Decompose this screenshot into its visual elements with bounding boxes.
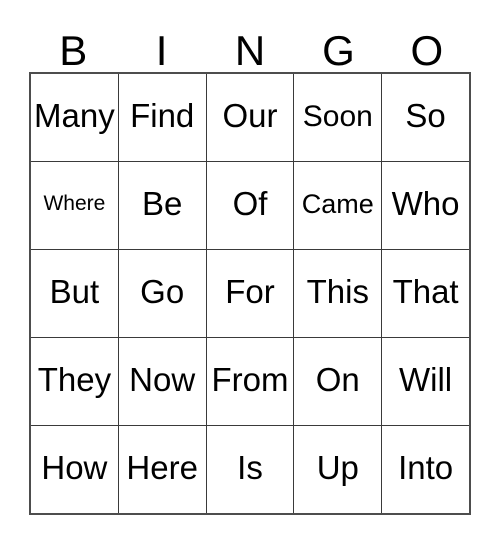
bingo-cell-label: How	[41, 449, 108, 487]
bingo-cell[interactable]: But	[31, 250, 119, 337]
header-cell-g: G	[294, 22, 382, 72]
bingo-header: B I N G O	[29, 22, 471, 72]
bingo-cell-label: Find	[130, 97, 195, 135]
bingo-cell-label: Will	[399, 361, 453, 399]
bingo-cell[interactable]: So	[382, 74, 469, 161]
bingo-cell-label: Now	[129, 361, 196, 399]
bingo-cell[interactable]: From	[206, 338, 295, 425]
bingo-row: Many Find Our Soon So	[31, 74, 469, 162]
bingo-row: How Here Is Up Into	[31, 426, 469, 513]
bingo-cell[interactable]: Of	[206, 162, 295, 249]
bingo-cell-label: On	[315, 361, 360, 399]
bingo-cell-label: Up	[316, 449, 359, 487]
bingo-cell[interactable]: Who	[382, 162, 469, 249]
bingo-cell[interactable]: Will	[382, 338, 469, 425]
bingo-cell[interactable]: Be	[118, 162, 207, 249]
bingo-cell-label: Of	[232, 185, 268, 223]
bingo-cell[interactable]: Here	[118, 426, 207, 513]
bingo-cell-label: Here	[126, 449, 198, 487]
bingo-cell-label: Go	[140, 273, 185, 311]
bingo-cell[interactable]: Soon	[294, 74, 383, 161]
bingo-cell[interactable]: Many	[31, 74, 119, 161]
bingo-cell[interactable]: How	[31, 426, 119, 513]
bingo-row: Where Be Of Came Who	[31, 162, 469, 250]
bingo-cell[interactable]: Now	[118, 338, 207, 425]
bingo-cell-label: Who	[391, 185, 460, 223]
bingo-cell-label: So	[405, 97, 446, 135]
header-cell-i: I	[117, 22, 205, 72]
header-letter-b: B	[59, 27, 88, 74]
header-cell-b: B	[29, 22, 117, 72]
bingo-cell[interactable]: Up	[294, 426, 383, 513]
header-letter-o: O	[410, 27, 444, 74]
bingo-cell-label: Soon	[302, 99, 373, 133]
bingo-cell[interactable]: Is	[206, 426, 295, 513]
bingo-cell-label: Be	[142, 185, 183, 223]
bingo-cell-label: But	[49, 273, 100, 311]
header-letter-g: G	[322, 27, 355, 74]
bingo-cell-label: Our	[222, 97, 278, 135]
bingo-cell-label: That	[392, 273, 459, 311]
bingo-cell-label: For	[225, 273, 275, 311]
bingo-grid: Many Find Our Soon So Where Be Of Came W…	[29, 72, 471, 515]
bingo-card: B I N G O Many Find Our Soon So Where Be…	[0, 0, 500, 544]
bingo-cell[interactable]: Where	[31, 162, 119, 249]
bingo-cell[interactable]: For	[206, 250, 295, 337]
header-cell-n: N	[206, 22, 294, 72]
bingo-cell[interactable]: Go	[118, 250, 207, 337]
header-cell-o: O	[383, 22, 471, 72]
bingo-cell[interactable]: On	[294, 338, 383, 425]
bingo-cell-label: This	[306, 273, 369, 311]
bingo-cell[interactable]: Find	[118, 74, 207, 161]
bingo-cell-label: Came	[301, 189, 374, 220]
bingo-cell[interactable]: Our	[206, 74, 295, 161]
bingo-cell-label: Is	[237, 449, 263, 487]
bingo-cell[interactable]: They	[31, 338, 119, 425]
bingo-cell-label: They	[37, 361, 112, 399]
bingo-cell-label: Many	[34, 97, 115, 135]
bingo-cell[interactable]: Came	[294, 162, 383, 249]
bingo-cell[interactable]: This	[294, 250, 383, 337]
header-letter-i: I	[155, 27, 168, 74]
bingo-cell-label: Into	[398, 449, 454, 487]
bingo-cell-label: From	[211, 361, 289, 399]
bingo-row: They Now From On Will	[31, 338, 469, 426]
bingo-row: But Go For This That	[31, 250, 469, 338]
bingo-cell[interactable]: Into	[382, 426, 469, 513]
bingo-cell[interactable]: That	[382, 250, 469, 337]
bingo-cell-label: Where	[43, 192, 106, 216]
header-letter-n: N	[234, 27, 266, 74]
